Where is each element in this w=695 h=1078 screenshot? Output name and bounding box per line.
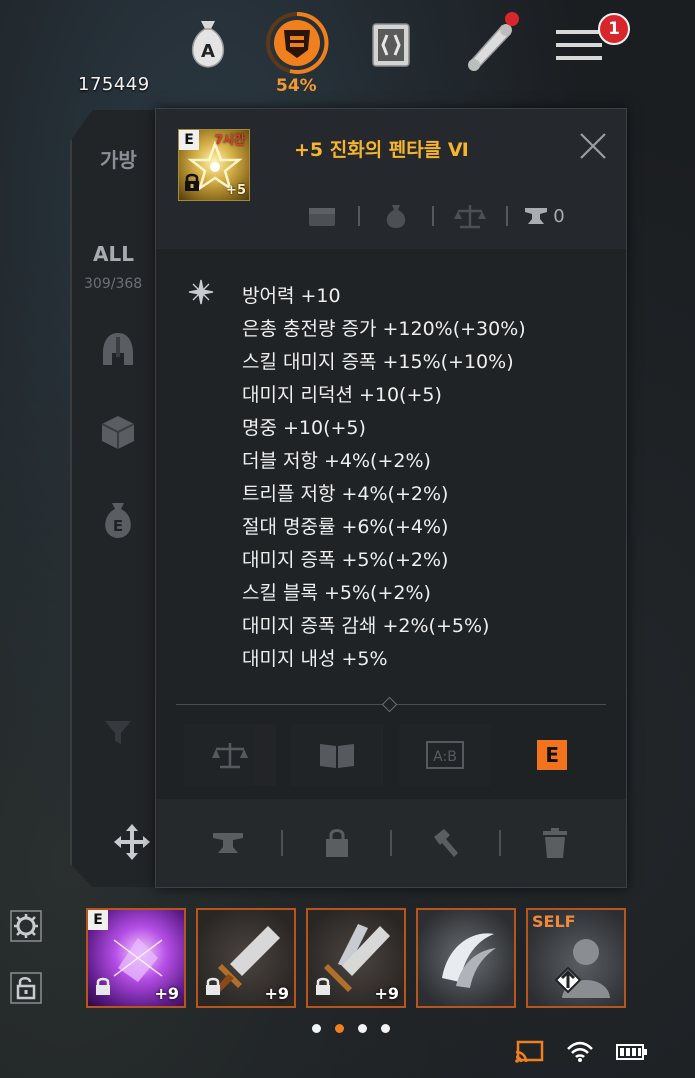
ab-compare-button[interactable]: A:B (398, 724, 491, 786)
page-indicator (312, 1024, 390, 1033)
quick-slot-4[interactable] (416, 908, 516, 1008)
magic-book-icon (113, 938, 163, 982)
unlock-icon (10, 972, 42, 1004)
anvil-icon[interactable]: 0 (508, 205, 580, 227)
gold-amount: 175449 (78, 74, 150, 95)
scale-icon[interactable] (434, 203, 506, 229)
close-icon (580, 133, 606, 159)
stat-line: 스킬 블록 +5%(+2%) (242, 582, 431, 604)
ab-icon: A:B (425, 741, 464, 769)
grade-e-badge: E (537, 740, 568, 770)
slot-enchant: +9 (264, 984, 289, 1003)
stat-line: 대미지 증폭 감쇄 +2%(+5%) (242, 615, 490, 637)
scale-icon (211, 743, 248, 769)
quick-slot-3[interactable]: +9 (306, 908, 406, 1008)
item-actions-header: 0 (286, 199, 626, 233)
stat-line: 은총 충전량 증가 +120%(+30%) (242, 318, 526, 340)
enchant-button[interactable] (174, 813, 281, 873)
lock-icon (204, 976, 222, 1000)
quick-slot-2[interactable]: +9 (196, 908, 296, 1008)
bag-e-icon[interactable]: E (98, 500, 138, 540)
settings-button[interactable] (8, 908, 44, 944)
stat-line: 더블 저항 +4%(+2%) (242, 450, 431, 472)
item-thumbnail: E 7시간 +5 (178, 129, 250, 201)
unlock-button[interactable] (8, 970, 44, 1006)
stat-line: 명중 +10(+5) (242, 417, 366, 439)
weight-shield-icon[interactable] (264, 10, 330, 76)
self-buff-icon (554, 939, 610, 998)
money-bag-icon[interactable]: A (184, 14, 232, 72)
codex-icon[interactable] (368, 20, 414, 70)
move-icon[interactable] (112, 822, 152, 866)
item-name: +5 진화의 펜타클 Ⅵ (294, 139, 469, 161)
lock-button[interactable] (283, 813, 390, 873)
slot-enchant: +9 (154, 984, 179, 1003)
slot-enchant: +9 (374, 984, 399, 1003)
action-row (156, 799, 626, 887)
stat-line: 스킬 대미지 증폭 +15%(+10%) (242, 351, 514, 373)
option-row: A:B E (156, 715, 626, 795)
book-button[interactable] (291, 724, 384, 786)
bag-lock-icon[interactable] (360, 202, 432, 230)
slash-skill-icon (442, 933, 496, 988)
disassemble-button[interactable] (392, 813, 499, 873)
slot-grade-badge: E (88, 910, 108, 930)
stat-line: 대미지 증폭 +5%(+2%) (242, 549, 449, 571)
cast-icon (515, 1040, 544, 1063)
tab-bag[interactable]: 가방 (100, 144, 137, 173)
svg-text:A:B: A:B (433, 749, 457, 765)
filter-icon[interactable] (98, 712, 138, 752)
stat-line: 대미지 리덕션 +10(+5) (242, 384, 442, 406)
close-button[interactable] (578, 131, 608, 161)
stat-line: 절대 명중률 +6%(+4%) (242, 516, 449, 538)
stats-area: 방어력 +10 은총 충전량 증가 +120%(+30%) 스킬 대미지 증폭 … (156, 251, 626, 701)
svg-text:E: E (113, 517, 123, 535)
page-dot[interactable] (381, 1024, 390, 1033)
page-dot-active[interactable] (335, 1024, 344, 1033)
item-enchant: +5 (226, 183, 246, 198)
wifi-icon (567, 1041, 593, 1062)
anvil-icon (212, 833, 243, 853)
page-dot[interactable] (358, 1024, 367, 1033)
star-marker-icon (188, 279, 214, 309)
delete-button[interactable] (501, 813, 608, 873)
lock-icon (94, 976, 112, 1000)
compare-button[interactable] (183, 724, 276, 786)
stat-line: 대미지 내성 +5% (242, 648, 388, 670)
item-grade-badge: E (179, 130, 199, 150)
slot-count: 309/368 (84, 276, 143, 292)
item-timer: 7시간 (214, 133, 245, 147)
quest-scroll-icon[interactable] (462, 10, 520, 72)
lock-icon (183, 172, 201, 196)
quick-slot-1[interactable]: E +9 (86, 908, 186, 1008)
storage-icon[interactable] (286, 204, 358, 228)
notification-badge: 1 (598, 13, 630, 45)
hammer-icon (433, 829, 458, 857)
weight-percent: 54% (276, 76, 317, 96)
stat-line: 방어력 +10 (242, 285, 341, 307)
quick-slot-5[interactable]: SELF (526, 908, 626, 1008)
repair-count: 0 (553, 205, 565, 227)
box-icon[interactable] (98, 412, 138, 452)
stat-line: 트리플 저항 +4%(+2%) (242, 483, 449, 505)
helmet-icon[interactable] (98, 330, 138, 370)
item-tooltip: E 7시간 +5 +5 진화의 펜타클 Ⅵ 0 방어력 +10 은총 충전량 증… (155, 108, 627, 888)
self-label: SELF (532, 912, 576, 931)
battery-icon (616, 1044, 647, 1060)
trash-icon (542, 828, 567, 858)
svg-text:A: A (201, 41, 215, 62)
gear-icon (10, 910, 42, 942)
book-icon (320, 744, 355, 768)
lock-icon (314, 976, 332, 1000)
filter-all[interactable]: ALL (93, 242, 134, 266)
page-dot[interactable] (312, 1024, 321, 1033)
lock-bag-icon (325, 829, 348, 857)
grade-option-button[interactable]: E (506, 724, 598, 786)
status-bar (514, 1040, 648, 1064)
